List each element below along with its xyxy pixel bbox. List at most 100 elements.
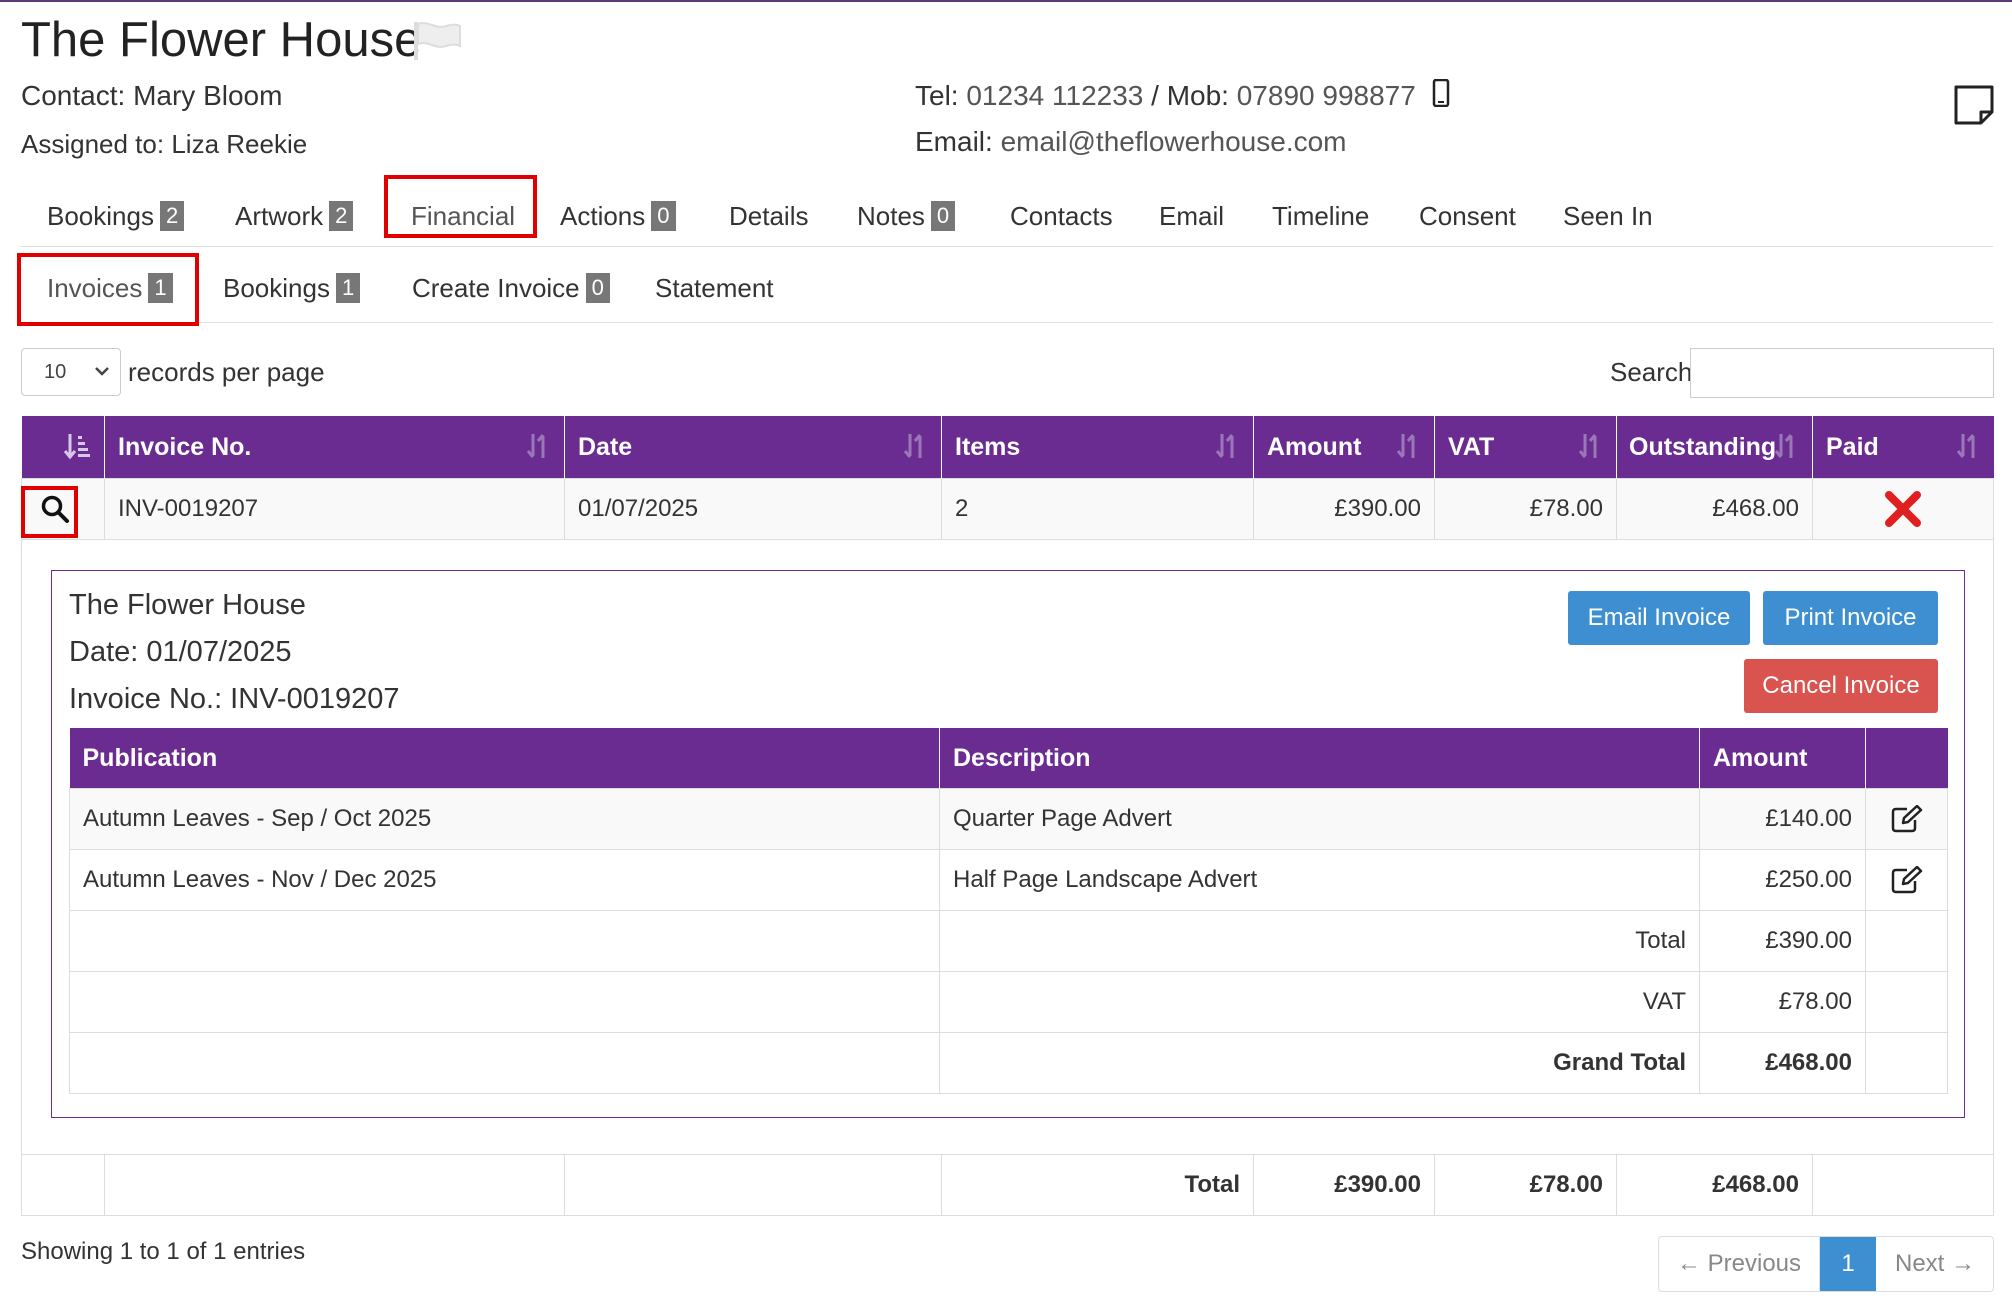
date-cell: 01/07/2025 [564,478,942,540]
flag-icon[interactable] [412,20,462,62]
grand-total-value: £468.00 [1699,1032,1866,1094]
column-header-outstanding[interactable]: Outstanding [1616,416,1813,479]
mob-number[interactable]: 07890 998877 [1237,80,1416,111]
subtab-badge: 1 [335,273,361,303]
tab-badge: 2 [159,201,185,231]
column-header-date[interactable]: Date [564,416,942,479]
sticky-note-icon[interactable] [1953,84,1995,126]
previous-page-button[interactable]: ← Previous [1659,1237,1820,1291]
subtab-bookings[interactable]: Bookings 1 [223,262,361,318]
sort-desc-icon [63,434,90,460]
vat-cell: £78.00 [1434,478,1617,540]
tab-label: Contacts [1010,201,1113,231]
subtab-create-invoice[interactable]: Create Invoice 0 [412,262,610,318]
page-length-select[interactable]: 10 [21,348,121,396]
column-header-line-amount: Amount [1699,728,1866,789]
column-header-paid[interactable]: Paid [1812,416,1994,479]
edit-icon[interactable] [1891,866,1923,894]
column-header-items[interactable]: Items [941,416,1254,479]
sort-icon [1774,434,1793,458]
next-page-button[interactable]: Next → [1877,1237,1993,1291]
tab-contacts[interactable]: Contacts [1010,190,1113,246]
sort-icon [526,434,545,458]
sort-icon [903,434,922,458]
assigned-label: Assigned to: [21,129,165,159]
sort-icon [1215,434,1234,458]
tab-seen-in[interactable]: Seen In [1563,190,1653,246]
edit-cell[interactable] [1865,788,1948,850]
top-border [0,0,2012,2]
financial-tab-highlight [384,175,537,238]
subtotal-value: £390.00 [1699,910,1866,972]
tab-badge: 0 [930,201,956,231]
tab-label: Artwork [235,201,324,231]
tab-label: Seen In [1563,201,1653,231]
tab-artwork[interactable]: Artwork 2 [235,190,354,246]
vat-label: VAT [939,971,1700,1033]
email-address[interactable]: email@theflowerhouse.com [1001,126,1347,157]
items-cell: 2 [941,478,1254,540]
tab-timeline[interactable]: Timeline [1272,190,1369,246]
outstanding-cell: £468.00 [1616,478,1813,540]
tab-bookings[interactable]: Bookings 2 [47,190,185,246]
subtab-badge: 0 [585,273,610,303]
tab-consent[interactable]: Consent [1419,190,1516,246]
tab-actions[interactable]: Actions 0 [560,190,676,246]
search-input[interactable] [1690,348,1994,398]
lines-header-row: Publication Description Amount [69,728,1948,789]
tab-label: Consent [1419,201,1516,231]
email-line: Email: email@theflowerhouse.com [915,124,1347,160]
contact-line: Contact: Mary Bloom [21,78,282,114]
assigned-line: Assigned to: Liza Reekie [21,126,307,162]
print-invoice-button[interactable]: Print Invoice [1763,591,1938,645]
column-header-invoice-no[interactable]: Invoice No. [104,416,565,479]
pagination: ← Previous 1 Next → [1658,1236,1994,1292]
paid-cell [1812,478,1994,540]
tab-badge: 2 [329,201,354,231]
totals-outstanding: £468.00 [1616,1154,1813,1216]
vat-value: £78.00 [1699,971,1866,1033]
page-1-button[interactable]: 1 [1820,1237,1876,1291]
totals-vat: £78.00 [1434,1154,1617,1216]
tab-label: Notes [857,201,925,231]
empty-cell [69,1032,940,1094]
vat-row: VAT £78.00 [69,971,1948,1033]
entries-info: Showing 1 to 1 of 1 entries [21,1238,306,1265]
sort-icon [1578,434,1597,458]
tab-label: Timeline [1272,201,1370,231]
company-title: The Flower House [21,13,422,67]
tab-email[interactable]: Email [1159,190,1224,246]
column-header-publication: Publication [69,728,940,789]
empty-cell [1865,971,1948,1033]
header-label: Outstanding [1629,432,1777,461]
tab-label: Details [729,201,809,231]
tab-notes[interactable]: Notes 0 [857,190,956,246]
description-cell: Quarter Page Advert [939,788,1700,850]
subtotal-row: Total £390.00 [69,910,1948,972]
tab-label: Email [1159,201,1225,231]
header-label: Items [955,432,1021,461]
column-header-expand[interactable] [21,416,105,479]
empty-cell [69,971,940,1033]
unpaid-cross-icon [1885,491,1921,527]
edit-icon[interactable] [1891,805,1923,833]
assigned-name: Liza Reekie [171,129,308,159]
contact-name: Mary Bloom [133,80,283,111]
tel-label: Tel: [915,80,959,111]
subtotal-label: Total [939,910,1700,972]
subtab-label: Statement [655,273,774,303]
cancel-invoice-button[interactable]: Cancel Invoice [1744,659,1938,713]
column-header-amount[interactable]: Amount [1253,416,1435,479]
tel-number[interactable]: 01234 112233 [966,80,1143,111]
edit-cell[interactable] [1865,849,1948,911]
tab-details[interactable]: Details [729,190,808,246]
email-invoice-button[interactable]: Email Invoice [1568,591,1750,645]
detail-date: Date: 01/07/2025 [69,636,292,668]
table-row[interactable]: INV-0019207 01/07/2025 2 £390.00 £78.00 … [21,478,1994,540]
column-header-vat[interactable]: VAT [1434,416,1617,479]
subtab-statement[interactable]: Statement [655,262,774,318]
page-length-value: 10 [44,361,67,383]
tab-label: Bookings [47,201,154,231]
line-amount-cell: £140.00 [1699,788,1866,850]
empty-cell [1865,1032,1948,1094]
